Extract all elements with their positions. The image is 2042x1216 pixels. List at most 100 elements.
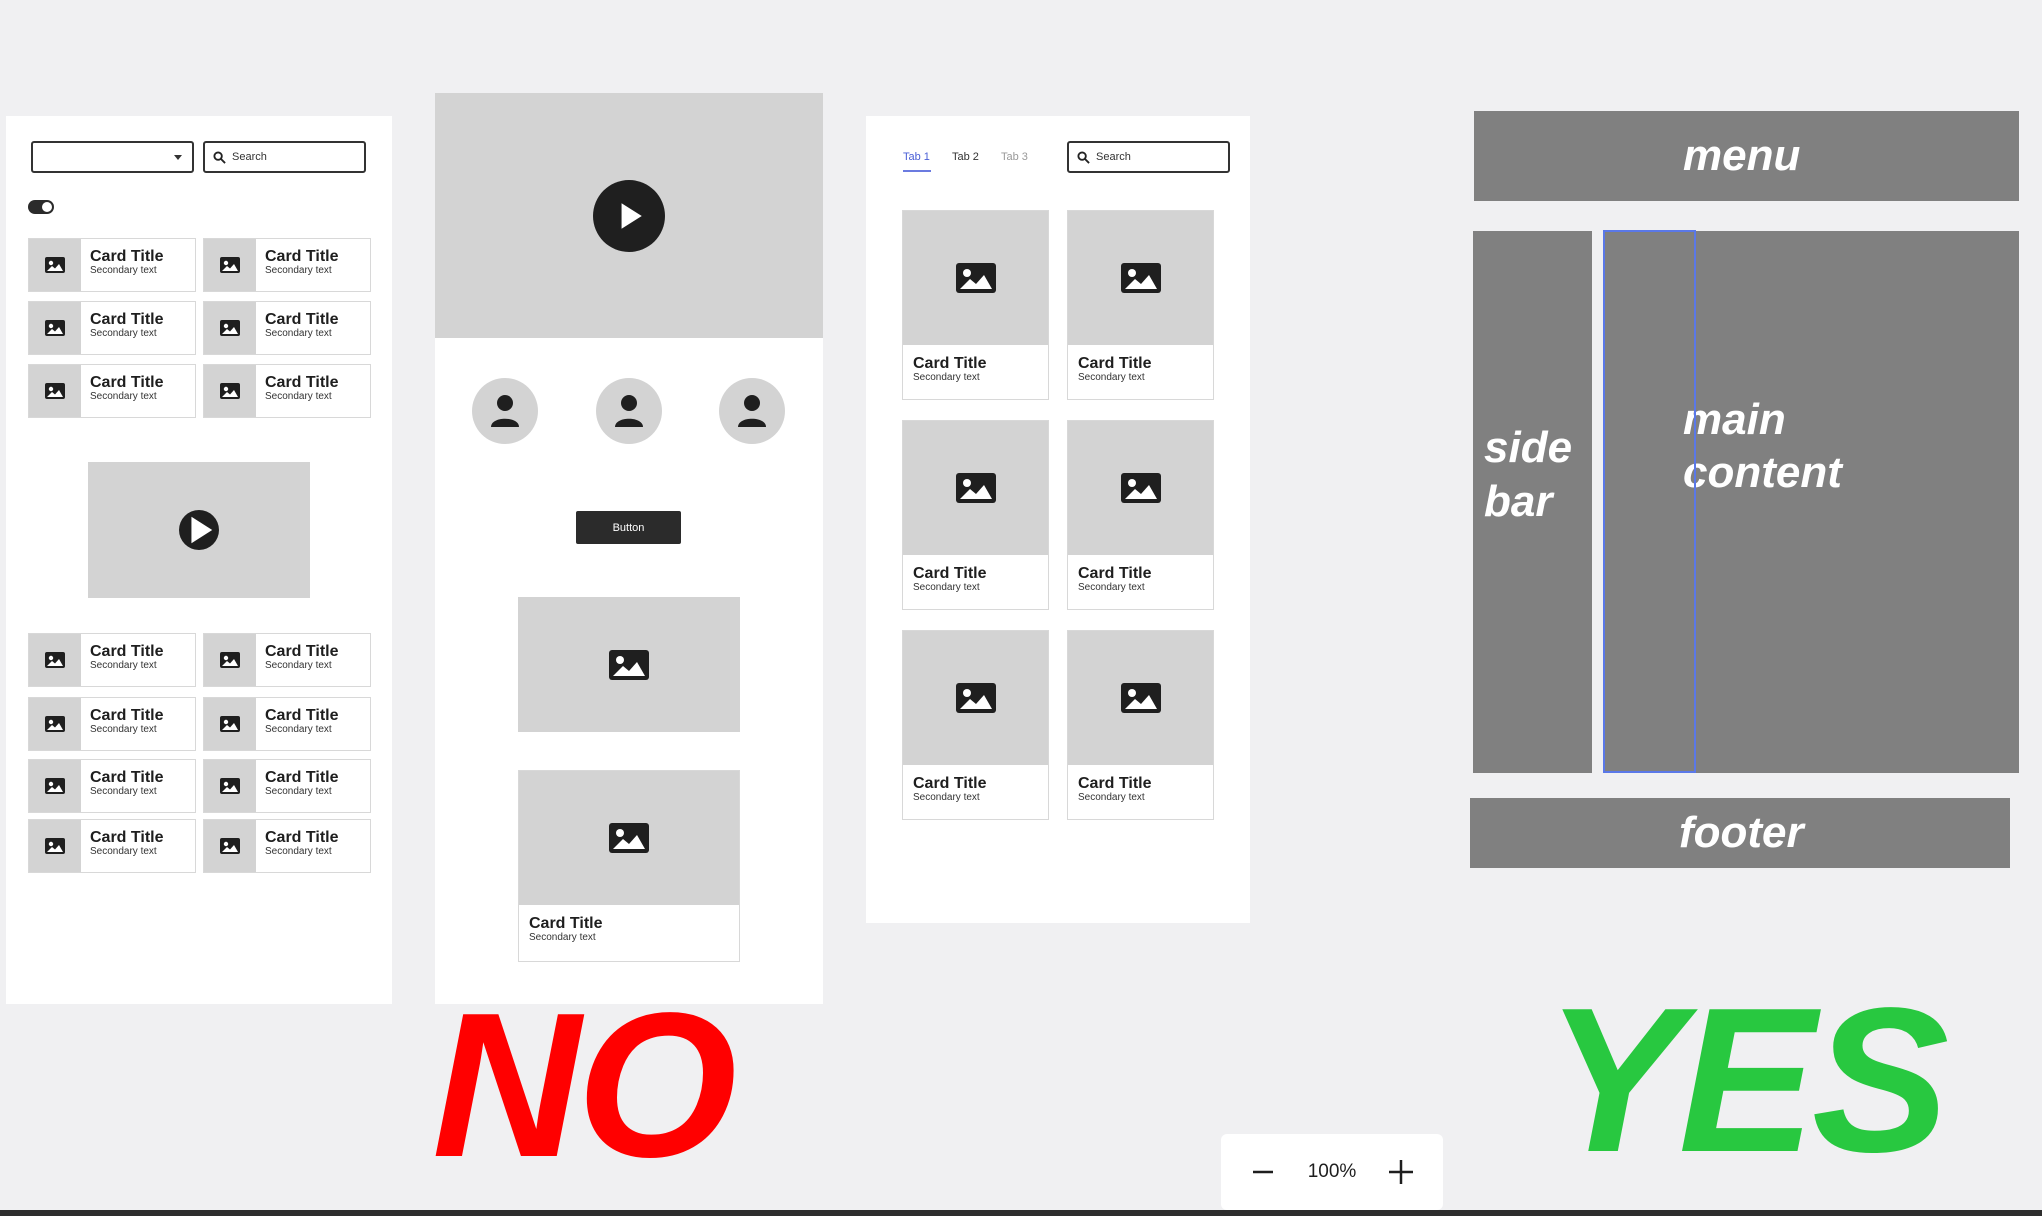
image-icon [220, 716, 240, 732]
tab-2[interactable]: Tab 2 [952, 151, 979, 163]
list-card[interactable]: Card Title Secondary text [203, 301, 371, 355]
card-secondary-text: Secondary text [90, 724, 157, 735]
person-icon [615, 395, 643, 427]
video-placeholder [88, 462, 310, 598]
search-icon [1077, 150, 1090, 164]
image-placeholder [519, 771, 739, 905]
play-icon [621, 202, 642, 229]
card-title: Card Title [913, 775, 987, 792]
minus-icon [1253, 1170, 1273, 1174]
footer-block: footer [1470, 798, 2010, 868]
plus-icon [1388, 1160, 1413, 1184]
image-placeholder [903, 211, 1048, 345]
grid-card[interactable]: Card Title Secondary text [1067, 630, 1214, 820]
card-secondary-text: Secondary text [90, 328, 157, 339]
image-icon [220, 383, 240, 399]
thumbnail [204, 302, 256, 354]
grid-card[interactable]: Card Title Secondary text [902, 630, 1049, 820]
zoom-in-button[interactable] [1387, 1158, 1415, 1186]
card-title: Card Title [90, 829, 164, 846]
card-secondary-text: Secondary text [913, 582, 980, 593]
image-icon [220, 838, 240, 854]
card-secondary-text: Secondary text [265, 786, 332, 797]
avatar[interactable] [472, 378, 538, 444]
list-card[interactable]: Card Title Secondary text [203, 364, 371, 418]
wireframe-a-frame: Search Card Title Secondary text Card Titl… [6, 116, 392, 1004]
avatar[interactable] [719, 378, 785, 444]
tab-1[interactable]: Tab 1 [903, 151, 930, 163]
grid-card[interactable]: Card Title Secondary text [1067, 210, 1214, 400]
main-label-line1: main [1683, 395, 1786, 444]
wireframe-c-frame: Tab 1 Tab 2 Tab 3 Search Card Title Secon… [866, 116, 1250, 923]
list-card[interactable]: Card Title Secondary text [203, 819, 371, 873]
list-card[interactable]: Card Title Secondary text [28, 633, 196, 687]
card-secondary-text: Secondary text [90, 786, 157, 797]
card-title: Card Title [265, 311, 339, 328]
image-icon [45, 652, 65, 668]
card-title: Card Title [265, 374, 339, 391]
card-title: Card Title [913, 355, 987, 372]
video-hero [435, 93, 823, 338]
image-placeholder [1068, 211, 1213, 345]
list-card[interactable]: Card Title Secondary text [203, 633, 371, 687]
card-text: Card Title Secondary text [256, 634, 339, 686]
zoom-level: 100% [1307, 1161, 1357, 1182]
caret-down-icon [174, 155, 182, 160]
card-secondary-text: Secondary text [265, 660, 332, 671]
search-input[interactable]: Search [203, 141, 366, 173]
image-icon [45, 257, 65, 273]
menu-label: menu [1683, 131, 1801, 180]
list-card[interactable]: Card Title Secondary text [203, 697, 371, 751]
card-title: Card Title [90, 643, 164, 660]
list-card[interactable]: Card Title Secondary text [28, 301, 196, 355]
active-tab-indicator [903, 170, 931, 172]
wireframe-b-frame: Button Card Title Secondary text [435, 93, 823, 1004]
card-secondary-text: Secondary text [90, 846, 157, 857]
list-card[interactable]: Card Title Secondary text [28, 238, 196, 292]
avatar[interactable] [596, 378, 662, 444]
list-card[interactable]: Card Title Secondary text [28, 819, 196, 873]
card-secondary-text: Secondary text [265, 391, 332, 402]
image-icon [1120, 683, 1161, 713]
list-card[interactable]: Card Title Secondary text [203, 759, 371, 813]
list-card[interactable]: Card Title Secondary text [203, 238, 371, 292]
dropdown-select[interactable] [31, 141, 194, 173]
card-title: Card Title [90, 374, 164, 391]
image-icon [45, 320, 65, 336]
thumbnail [204, 634, 256, 686]
grid-card[interactable]: Card Title Secondary text [902, 420, 1049, 610]
grid-card[interactable]: Card Title Secondary text [902, 210, 1049, 400]
image-icon [45, 838, 65, 854]
thumbnail [29, 239, 81, 291]
zoom-out-button[interactable] [1249, 1158, 1277, 1186]
card-secondary-text: Secondary text [265, 265, 332, 276]
thumbnail [204, 365, 256, 417]
card-text: Card Title Secondary text [81, 634, 164, 686]
card-title: Card Title [90, 248, 164, 265]
card-text: Card Title Secondary text [81, 820, 164, 872]
play-button[interactable] [179, 510, 219, 550]
image-icon [955, 473, 996, 503]
tab-3[interactable]: Tab 3 [1001, 151, 1028, 163]
zoom-controls: 100% [1221, 1134, 1443, 1210]
play-button-large[interactable] [593, 179, 665, 252]
card-title: Card Title [265, 769, 339, 786]
image-placeholder [903, 631, 1048, 765]
primary-button[interactable]: Button [576, 511, 681, 544]
thumbnail [29, 820, 81, 872]
search-placeholder: Search [232, 151, 267, 163]
card-secondary-text: Secondary text [913, 792, 980, 803]
thumbnail [204, 239, 256, 291]
list-card[interactable]: Card Title Secondary text [28, 759, 196, 813]
card-title: Card Title [1078, 565, 1152, 582]
card[interactable]: Card Title Secondary text [518, 770, 740, 962]
toggle-switch[interactable] [28, 200, 54, 214]
card-text: Card Title Secondary text [81, 365, 164, 417]
grid-card[interactable]: Card Title Secondary text [1067, 420, 1214, 610]
list-card[interactable]: Card Title Secondary text [28, 364, 196, 418]
search-input[interactable]: Search [1067, 141, 1230, 173]
selection-outline [1603, 230, 1696, 773]
image-icon [955, 683, 996, 713]
list-card[interactable]: Card Title Secondary text [28, 697, 196, 751]
sidebar-block: side bar [1473, 231, 1592, 773]
